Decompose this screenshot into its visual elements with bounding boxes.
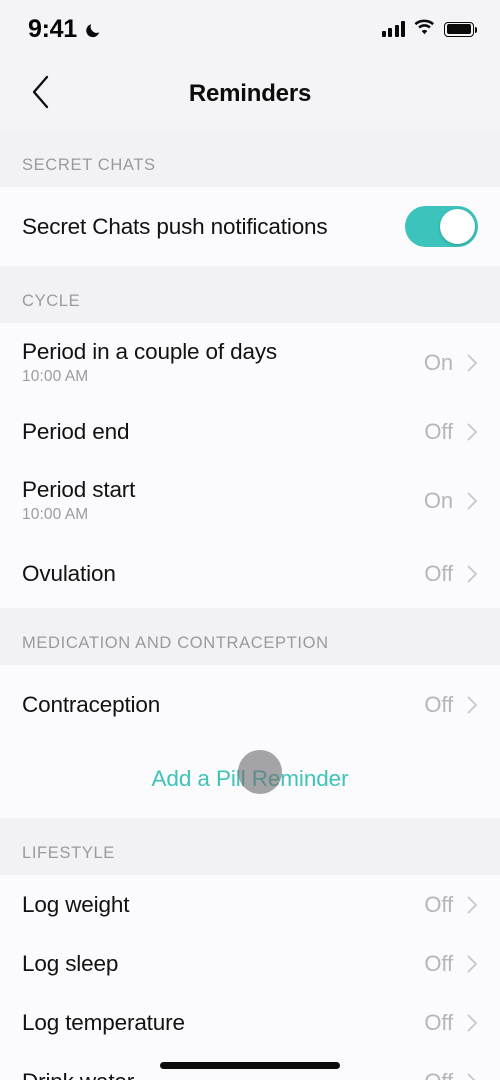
row-control: Off [424, 892, 478, 918]
chevron-right-icon [467, 492, 478, 510]
row-control: Off [424, 561, 478, 587]
chevron-right-icon [467, 354, 478, 372]
section-header-label: LIFESTYLE [22, 844, 115, 862]
row-title: Log sleep [22, 950, 119, 976]
row-text: Secret Chats push notifications [22, 214, 328, 240]
row-subtitle: 10:00 AM [22, 367, 89, 385]
section-header-lifestyle: LIFESTYLE [0, 818, 500, 875]
row-text: Log weight [22, 892, 129, 918]
reminders-list: SECRET CHATS Secret Chats push notificat… [0, 130, 500, 1080]
moon-icon [84, 20, 103, 39]
chevron-right-icon [467, 696, 478, 714]
row-text: Period in a couple of days 10:00 AM [22, 339, 277, 386]
section-rows-secret-chats: Secret Chats push notifications [0, 187, 500, 266]
row-control: Off [424, 951, 478, 977]
chevron-right-icon [467, 1014, 478, 1032]
row-ovulation[interactable]: Ovulation Off [0, 540, 500, 608]
wifi-icon [414, 19, 435, 40]
chevron-right-icon [467, 1073, 478, 1080]
row-subtitle: 10:00 AM [22, 505, 89, 523]
row-control: Off [424, 692, 478, 718]
section-header-label: CYCLE [22, 292, 81, 310]
row-value: Off [424, 1069, 453, 1080]
status-time: 9:41 [28, 14, 77, 43]
row-value: Off [424, 950, 453, 976]
toggle-knob [440, 209, 475, 244]
row-control: Off [424, 1010, 478, 1036]
row-title: Period end [22, 418, 130, 444]
row-value: Off [424, 1009, 453, 1035]
status-bar-right [381, 19, 478, 40]
section-rows-medication: Contraception Off Add a Pill Reminder [0, 665, 500, 818]
row-value: On [423, 487, 453, 513]
row-value: Off [424, 891, 453, 917]
section-header-medication: MEDICATION AND CONTRACEPTION [0, 608, 500, 665]
chevron-right-icon [467, 423, 478, 441]
row-control: Off [424, 1069, 478, 1080]
row-control: On [424, 350, 478, 376]
chevron-right-icon [467, 955, 478, 973]
row-text: Period start 10:00 AM [22, 477, 135, 524]
row-secret-chats-push[interactable]: Secret Chats push notifications [0, 187, 500, 266]
section-header-label: MEDICATION AND CONTRACEPTION [22, 634, 329, 652]
back-button[interactable] [18, 71, 64, 117]
section-header-label: SECRET CHATS [22, 156, 156, 174]
nav-bar: Reminders [0, 58, 500, 130]
row-log-weight[interactable]: Log weight Off [0, 875, 500, 934]
add-pill-reminder-label: Add a Pill Reminder [151, 766, 349, 791]
row-text: Contraception [22, 692, 160, 718]
section-rows-cycle: Period in a couple of days 10:00 AM On P… [0, 323, 500, 608]
battery-full-icon [444, 21, 478, 37]
toggle-secret-chats-push[interactable] [405, 206, 478, 247]
section-header-cycle: CYCLE [0, 266, 500, 323]
cellular-signal-icon [381, 21, 405, 37]
row-period-end[interactable]: Period end Off [0, 402, 500, 461]
row-value: Off [424, 418, 453, 444]
add-pill-reminder-button[interactable]: Add a Pill Reminder [0, 744, 500, 818]
row-title: Period in a couple of days [22, 339, 278, 365]
row-control [405, 206, 478, 247]
page-title: Reminders [188, 80, 312, 107]
row-contraception[interactable]: Contraception Off [0, 665, 500, 744]
row-text: Ovulation [22, 561, 116, 587]
row-title: Secret Chats push notifications [22, 213, 328, 239]
row-period-start[interactable]: Period start 10:00 AM On [0, 461, 500, 540]
status-bar: 9:41 [0, 0, 500, 58]
row-title: Period start [22, 477, 136, 503]
row-text: Drink water [22, 1069, 134, 1080]
row-title: Ovulation [22, 561, 116, 587]
chevron-left-icon [31, 75, 51, 114]
row-title: Log weight [22, 891, 130, 917]
row-log-temperature[interactable]: Log temperature Off [0, 993, 500, 1052]
row-value: Off [424, 691, 453, 717]
home-indicator [160, 1062, 340, 1069]
row-text: Log temperature [22, 1010, 185, 1036]
section-rows-lifestyle: Log weight Off Log sleep Off Log tempera… [0, 875, 500, 1080]
row-text: Log sleep [22, 951, 118, 977]
row-title: Drink water [22, 1069, 134, 1080]
chevron-right-icon [467, 896, 478, 914]
status-bar-left: 9:41 [28, 15, 103, 44]
row-text: Period end [22, 419, 129, 445]
row-value: Off [424, 561, 453, 586]
section-header-secret-chats: SECRET CHATS [0, 130, 500, 187]
row-log-sleep[interactable]: Log sleep Off [0, 934, 500, 993]
row-title: Contraception [22, 691, 161, 717]
row-control: On [424, 488, 478, 514]
phone-screen: 9:41 Reminders SECRET CHATS Secret Chats… [0, 0, 500, 1080]
row-period-in-a-couple-of-days[interactable]: Period in a couple of days 10:00 AM On [0, 323, 500, 402]
chevron-right-icon [467, 565, 478, 583]
row-value: On [423, 349, 453, 375]
row-title: Log temperature [22, 1009, 185, 1035]
row-control: Off [424, 419, 478, 445]
